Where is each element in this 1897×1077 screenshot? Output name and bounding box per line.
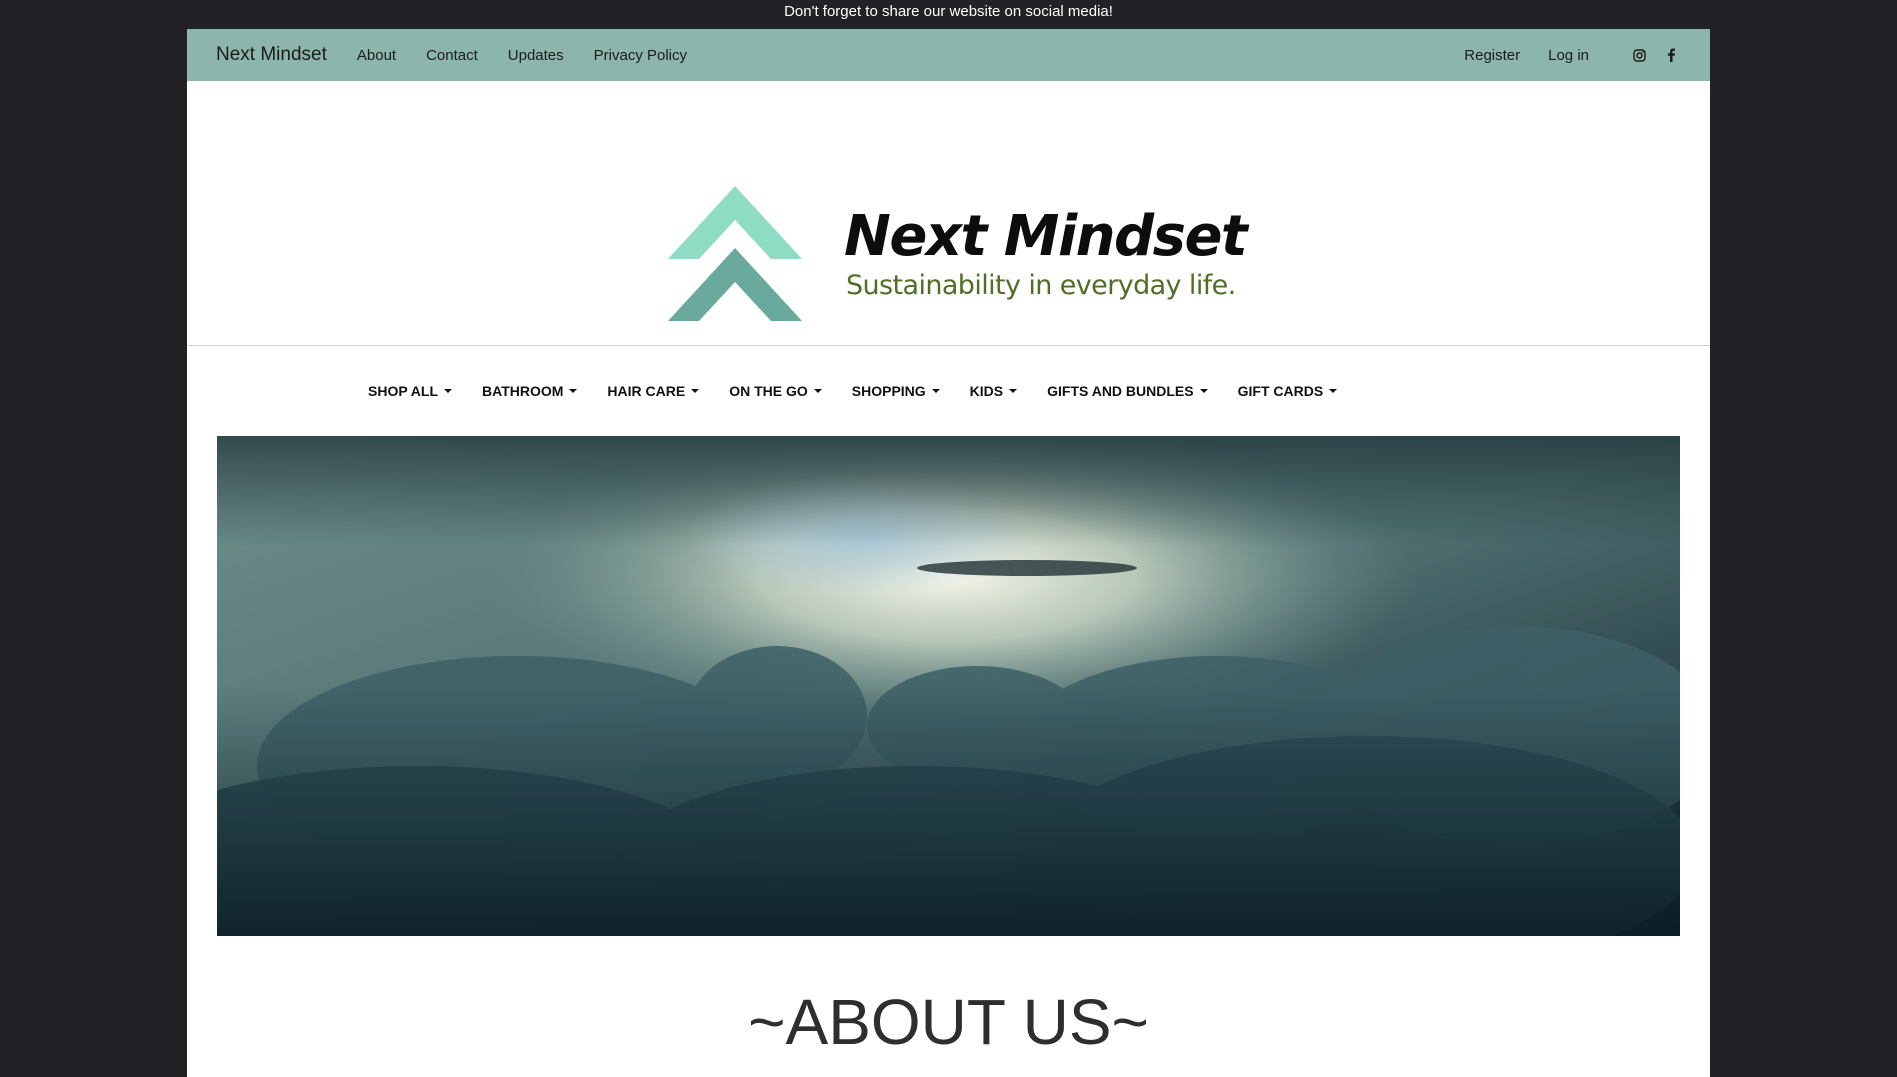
announcement-bar: Don't forget to share our website on soc… xyxy=(0,0,1897,29)
category-label: BATHROOM xyxy=(482,383,564,399)
category-hair-care[interactable]: HAIR CARE xyxy=(607,383,700,399)
caret-down-icon xyxy=(1199,389,1208,393)
instagram-icon[interactable] xyxy=(1629,45,1649,65)
caret-down-icon xyxy=(813,389,822,393)
category-gift-cards[interactable]: GIFT CARDS xyxy=(1238,383,1338,399)
category-label: ON THE GO xyxy=(729,383,808,399)
nav-link-updates[interactable]: Updates xyxy=(508,47,564,64)
category-label: KIDS xyxy=(969,383,1004,399)
arrows-logo-icon xyxy=(668,186,802,321)
logo-header: Next Mindset Sustainability in everyday … xyxy=(187,81,1710,346)
category-label: HAIR CARE xyxy=(607,383,686,399)
nav-link-contact[interactable]: Contact xyxy=(426,47,478,64)
caret-down-icon xyxy=(444,389,453,393)
account-links: Register Log in xyxy=(1464,45,1681,65)
category-label: GIFT CARDS xyxy=(1237,383,1324,399)
page-container: Next Mindset About Contact Updates Priva… xyxy=(187,29,1710,1077)
category-kids[interactable]: KIDS xyxy=(969,383,1018,399)
register-link[interactable]: Register xyxy=(1464,47,1520,64)
caret-down-icon xyxy=(691,389,700,393)
nav-link-about[interactable]: About xyxy=(357,47,396,64)
caret-down-icon xyxy=(1329,389,1338,393)
facebook-icon[interactable] xyxy=(1661,45,1681,65)
brand-link[interactable]: Next Mindset xyxy=(216,44,327,66)
about-us-heading: ~ABOUT US~ xyxy=(748,986,1149,1058)
announcement-text: Don't forget to share our website on soc… xyxy=(784,3,1113,20)
caret-down-icon xyxy=(1009,389,1018,393)
category-label: SHOP ALL xyxy=(368,383,439,399)
category-nav: SHOP ALL BATHROOM HAIR CARE ON THE GO SH… xyxy=(187,346,1710,436)
top-navbar: Next Mindset About Contact Updates Priva… xyxy=(187,29,1710,81)
logo-tagline: Sustainability in everyday life. xyxy=(846,270,1236,301)
nav-link-privacy-policy[interactable]: Privacy Policy xyxy=(594,47,687,64)
category-on-the-go[interactable]: ON THE GO xyxy=(729,383,822,399)
caret-down-icon xyxy=(931,389,940,393)
clouds-banner-image xyxy=(217,436,1680,936)
category-bathroom[interactable]: BATHROOM xyxy=(482,383,578,399)
category-gifts-and-bundles[interactable]: GIFTS AND BUNDLES xyxy=(1047,383,1208,399)
login-link[interactable]: Log in xyxy=(1548,47,1589,64)
category-label: SHOPPING xyxy=(851,383,926,399)
category-shop-all[interactable]: SHOP ALL xyxy=(368,383,453,399)
logo-title: Next Mindset xyxy=(844,204,1248,269)
category-shopping[interactable]: SHOPPING xyxy=(852,383,940,399)
caret-down-icon xyxy=(569,389,578,393)
category-label: GIFTS AND BUNDLES xyxy=(1047,383,1194,399)
